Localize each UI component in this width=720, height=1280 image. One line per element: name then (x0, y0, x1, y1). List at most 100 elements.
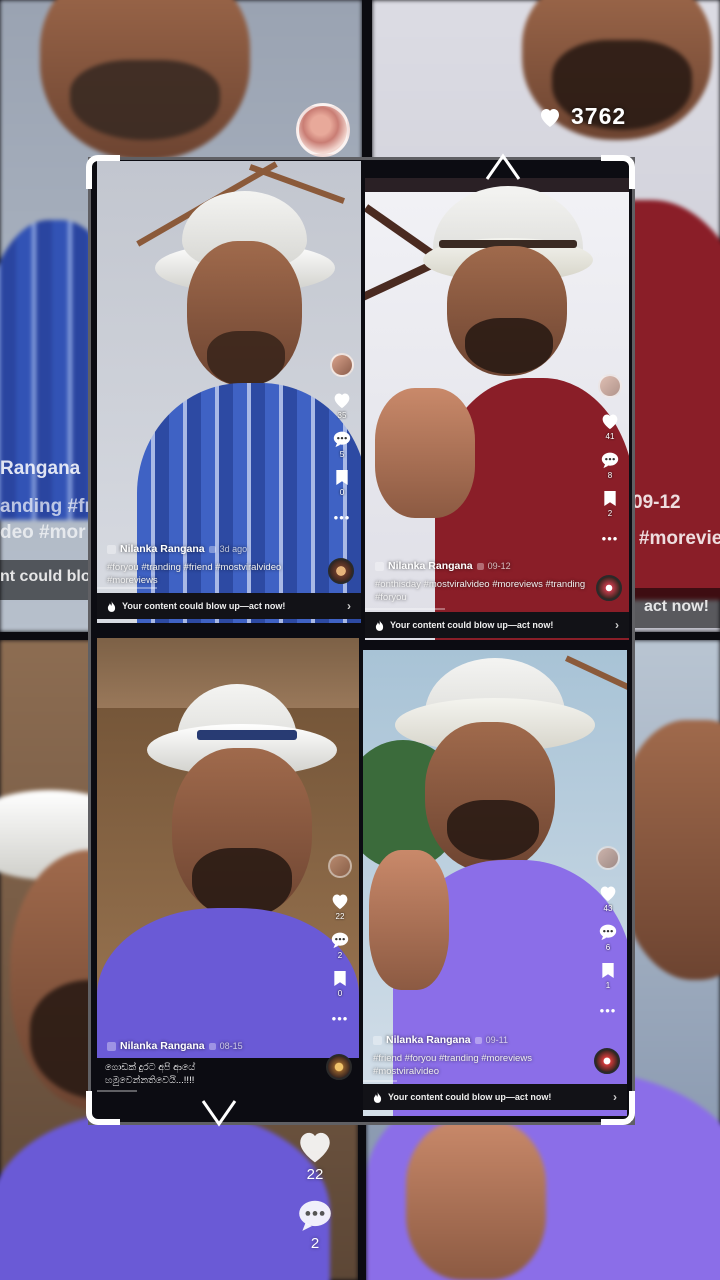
verified-icon (474, 1036, 482, 1044)
music-note-icon (107, 544, 116, 554)
hashtags: #foryou #tranding #friend #mostviralvide… (107, 562, 282, 586)
author-name[interactable]: Nilanka Rangana (120, 543, 205, 555)
total-likes: 3762 (538, 103, 626, 130)
save-count: 2 (607, 509, 613, 518)
post-date: 3d ago (219, 544, 248, 554)
like-button[interactable]: 43 (598, 884, 618, 914)
music-disc-icon[interactable] (596, 575, 622, 601)
music-note-icon (107, 1041, 116, 1051)
author-name[interactable]: Nilanka Rangana (120, 1040, 205, 1052)
more-options-button[interactable]: ••• (602, 532, 619, 545)
playback-progress[interactable] (365, 608, 445, 610)
more-options-button[interactable]: ••• (332, 1012, 349, 1025)
total-likes-count: 3762 (571, 103, 627, 129)
background-tags: o #moreviews (622, 528, 720, 549)
save-button[interactable]: 0 (333, 970, 347, 999)
heart-icon (541, 108, 559, 127)
promote-banner[interactable]: Your content could blow up—act now! › (97, 593, 361, 619)
comment-icon (599, 924, 617, 941)
verified-icon (476, 562, 484, 570)
chevron-down-icon[interactable] (200, 1098, 238, 1128)
action-rail: 43 6 1 ••• (595, 846, 621, 1017)
comment-button[interactable]: 5 (332, 430, 352, 460)
background-tags-2: deo #mor (0, 522, 86, 543)
chevron-right-icon: › (615, 618, 619, 632)
fire-icon (375, 619, 384, 631)
creator-avatar[interactable] (598, 374, 622, 398)
background-like-count: 22 (306, 1166, 324, 1183)
frame-corner-bottom-right (601, 1091, 635, 1125)
save-button[interactable]: 1 (601, 962, 615, 991)
background-promo: nt could blo (0, 568, 91, 585)
background-action-rail: 22 2 (294, 1128, 336, 1266)
chevron-up-icon[interactable] (484, 152, 522, 182)
heart-icon[interactable] (295, 1128, 335, 1164)
video-caption: ගොඩක් දුරට අපි ආයේ හමුවෙන්නතිවෙයි...!!!! (105, 1062, 196, 1086)
music-disc-icon[interactable] (328, 558, 354, 584)
verified-icon (208, 1042, 216, 1050)
frame-corner-top-right (601, 155, 635, 189)
save-button[interactable]: 2 (603, 490, 617, 519)
author-name[interactable]: Nilanka Rangana (386, 1034, 471, 1046)
creator-avatar[interactable] (596, 846, 620, 870)
comment-count: 5 (339, 450, 345, 459)
comment-count: 8 (607, 471, 613, 480)
comment-count: 2 (337, 951, 343, 960)
video-meta: Nilanka Rangana 09-12 #onthisday #mostvir… (375, 560, 589, 604)
action-rail: 41 8 2 ••• (597, 374, 623, 545)
comment-count: 6 (605, 943, 611, 952)
like-count: 35 (337, 411, 347, 420)
more-options-button[interactable]: ••• (600, 1004, 617, 1017)
action-rail: 35 5 0 ••• (329, 353, 355, 524)
comment-button[interactable]: 2 (330, 931, 350, 961)
music-disc-icon[interactable] (326, 1054, 352, 1080)
comment-button[interactable]: 8 (600, 451, 620, 481)
heart-icon (334, 393, 350, 409)
video-tile-2[interactable]: 41 8 2 ••• Nilanka Rangana 09-12 #onthisd… (365, 178, 629, 640)
background-tags-1: anding #fri (0, 496, 98, 517)
video-tile-1[interactable]: 35 5 0 ••• Nilanka Rangana 3d ago #foryou… (97, 161, 361, 623)
bookmark-icon (602, 962, 614, 979)
background-promo-end: act now! (644, 598, 709, 615)
heart-icon (602, 414, 618, 430)
bookmark-icon (336, 469, 348, 486)
promote-banner[interactable]: Your content could blow up—act now! › (363, 1084, 627, 1110)
video-meta: Nilanka Rangana 3d ago #foryou #tranding … (107, 543, 321, 587)
promote-banner[interactable]: Your content could blow up—act now! › (365, 612, 629, 638)
comment-icon (331, 932, 349, 949)
video-meta: Nilanka Rangana 09-11 #friend #foryou #tr… (373, 1034, 587, 1078)
like-button[interactable]: 41 (600, 412, 620, 442)
background-author: Rangana (0, 458, 81, 479)
like-count: 41 (605, 432, 615, 441)
comment-icon[interactable] (296, 1197, 334, 1233)
save-button[interactable]: 0 (335, 469, 349, 498)
promote-text: Your content could blow up—act now! (122, 601, 286, 611)
verified-icon (208, 545, 216, 553)
post-date: 09-12 (487, 561, 511, 571)
promote-text: Your content could blow up—act now! (390, 620, 554, 630)
music-disc-icon[interactable] (594, 1048, 620, 1074)
save-count: 1 (605, 981, 611, 990)
bookmark-icon (604, 490, 616, 507)
playback-progress[interactable] (97, 587, 157, 589)
creator-avatar[interactable] (328, 854, 352, 878)
background-avatar (296, 103, 350, 157)
background-comment-count: 2 (310, 1235, 320, 1252)
video-tile-4[interactable]: 43 6 1 ••• Nilanka Rangana 09-11 #friend … (363, 650, 627, 1116)
save-count: 0 (339, 488, 345, 497)
comment-icon (601, 452, 619, 469)
comment-button[interactable]: 6 (598, 923, 618, 953)
action-rail: 22 2 0 ••• (327, 854, 353, 1025)
author-name[interactable]: Nilanka Rangana (388, 560, 473, 572)
music-note-icon (373, 1035, 382, 1045)
more-options-button[interactable]: ••• (334, 511, 351, 524)
like-count: 22 (335, 912, 345, 921)
like-button[interactable]: 22 (330, 892, 350, 922)
video-tile-3[interactable]: 22 2 0 ••• Nilanka Rangana 08-15 ගොඩක් දු… (97, 638, 359, 1096)
hashtags: #onthisday #mostviralvideo #moreviews #t… (375, 579, 586, 603)
like-button[interactable]: 35 (332, 391, 352, 421)
post-date: 09-11 (485, 1035, 508, 1045)
video-meta: Nilanka Rangana 08-15 (107, 1040, 319, 1052)
playback-progress[interactable] (363, 1080, 397, 1082)
creator-avatar[interactable] (330, 353, 354, 377)
